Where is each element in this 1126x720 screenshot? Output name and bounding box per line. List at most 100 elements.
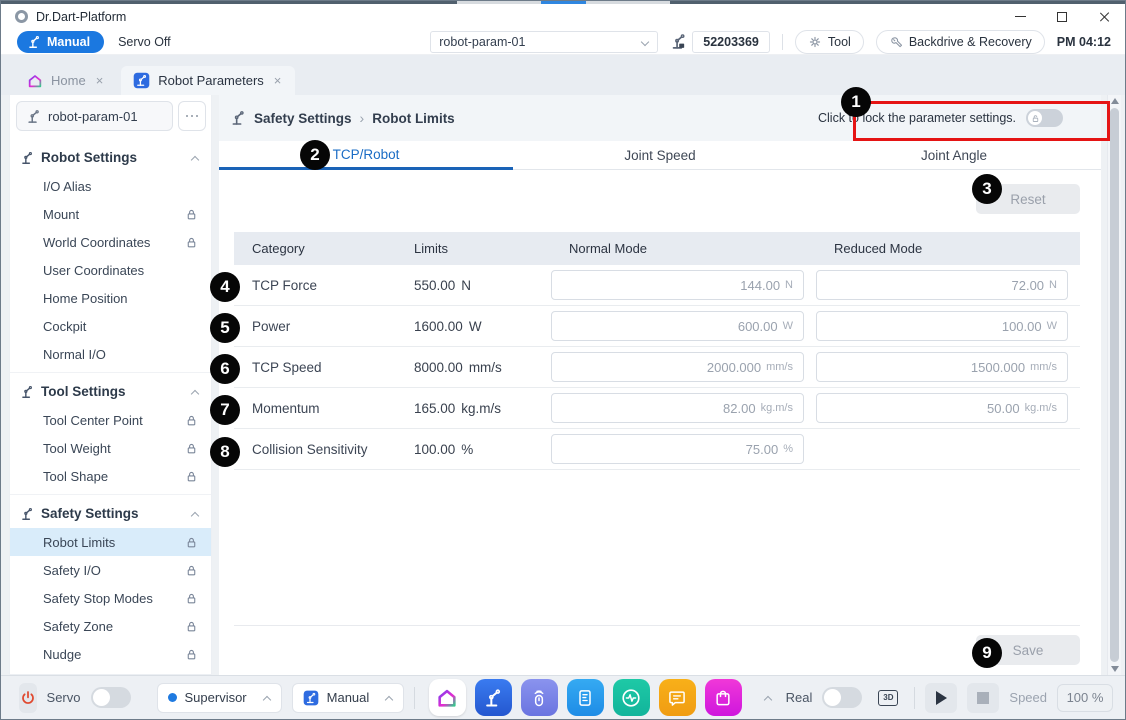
annotation-badge-9: 9 — [972, 638, 1002, 668]
clock: PM 04:12 — [1057, 35, 1111, 49]
sidebar-item-io-alias[interactable]: I/O Alias — [10, 172, 211, 200]
tab-home[interactable]: Home × — [15, 66, 117, 95]
sidebar-item-robot-limits[interactable]: Robot Limits — [10, 528, 211, 556]
lock-icon — [185, 442, 198, 455]
param-name-field[interactable]: robot-param-01 — [16, 101, 173, 131]
reduced-mode-input[interactable]: 100.00W — [816, 311, 1068, 341]
sidebar-item-tool-center-point[interactable]: Tool Center Point — [10, 406, 211, 434]
input-value: 75.00 — [746, 442, 779, 457]
param-name-value: robot-param-01 — [48, 109, 138, 124]
tab-tcp-robot[interactable]: TCP/Robot — [219, 141, 513, 170]
lock-icon — [185, 564, 198, 577]
scrollbar-thumb[interactable] — [1110, 108, 1119, 662]
lock-icon — [185, 208, 198, 221]
close-button[interactable] — [1083, 4, 1125, 29]
sidebar-item-world-coordinates[interactable]: World Coordinates — [10, 228, 211, 256]
dock-app-teach-remote-icon[interactable] — [521, 679, 558, 716]
chevron-up-icon — [263, 694, 271, 702]
normal-mode-input[interactable]: 144.00N — [551, 270, 804, 300]
section-safety-settings[interactable]: Safety Settings — [10, 499, 211, 528]
servo-state-label: Servo Off — [118, 35, 171, 49]
vertical-scrollbar[interactable] — [1107, 95, 1121, 675]
power-button[interactable] — [19, 683, 37, 713]
param-select[interactable]: robot-param-01 — [430, 31, 658, 53]
sidebar-item-nudge[interactable]: Nudge — [10, 640, 211, 668]
tab-home-close-icon[interactable]: × — [94, 73, 106, 88]
sidebar-item-tool-weight[interactable]: Tool Weight — [10, 434, 211, 462]
stop-button[interactable] — [967, 683, 999, 713]
dock-app-dart-home-icon[interactable] — [429, 679, 466, 716]
backdrive-recovery-button[interactable]: Backdrive & Recovery — [876, 30, 1045, 54]
table-row-momentum: Momentum 165.00kg.m/s 82.00kg.m/s 50.00k… — [234, 388, 1080, 429]
normal-mode-input[interactable]: 600.00W — [551, 311, 804, 341]
mode-select[interactable]: Manual — [292, 683, 405, 713]
limit-value: 8000.00 — [414, 360, 463, 375]
tool-button[interactable]: Tool — [795, 30, 864, 54]
sidebar-item-safety-stop-modes[interactable]: Safety Stop Modes — [10, 584, 211, 612]
input-unit: kg.m/s — [761, 402, 793, 414]
breadcrumb-section[interactable]: Safety Settings — [254, 111, 352, 126]
input-unit: kg.m/s — [1025, 402, 1057, 414]
manual-mode-badge[interactable]: Manual — [17, 31, 104, 53]
sidebar-item-cockpit[interactable]: Cockpit — [10, 312, 211, 340]
play-button[interactable] — [925, 683, 957, 713]
scroll-up-icon[interactable] — [1111, 98, 1119, 104]
lock-icon — [185, 592, 198, 605]
robot-arm-icon — [20, 385, 34, 399]
dock-collapse-icon[interactable] — [764, 694, 768, 702]
input-unit: mm/s — [1030, 361, 1057, 373]
parameter-tabs: TCP/Robot Joint Speed Joint Angle — [219, 141, 1101, 170]
viewer-3d-button[interactable]: 3D — [872, 683, 904, 713]
reduced-mode-input[interactable]: 1500.000 mm/s — [816, 352, 1068, 382]
sidebar-item-home-position[interactable]: Home Position — [10, 284, 211, 312]
divider — [782, 34, 783, 50]
tab-joint-speed[interactable]: Joint Speed — [513, 141, 807, 170]
sidebar-item-mount[interactable]: Mount — [10, 200, 211, 228]
limit-unit: N — [461, 278, 471, 293]
sidebar-item-user-coordinates[interactable]: User Coordinates — [10, 256, 211, 284]
real-sim-toggle[interactable] — [822, 687, 862, 708]
dock-app-monitoring-icon[interactable] — [613, 679, 650, 716]
tab-robot-parameters-close-icon[interactable]: × — [272, 73, 284, 88]
normal-mode-input[interactable]: 82.00kg.m/s — [551, 393, 804, 423]
normal-mode-input[interactable]: 2000.000mm/s — [551, 352, 804, 382]
chevron-up-icon — [385, 694, 393, 702]
tab-robot-parameters-label: Robot Parameters — [158, 73, 264, 88]
sidebar-item-tool-shape[interactable]: Tool Shape — [10, 462, 211, 490]
robot-serial-chip[interactable]: 52203369 — [692, 31, 770, 53]
servo-toggle[interactable] — [91, 687, 131, 708]
tool-button-label: Tool — [828, 35, 851, 49]
more-options-button[interactable] — [178, 101, 206, 131]
input-value: 100.00 — [1002, 319, 1042, 334]
stop-icon — [977, 692, 989, 704]
reduced-mode-input[interactable]: 72.00N — [816, 270, 1068, 300]
dock-app-task-writer-icon[interactable] — [567, 679, 604, 716]
item-label: Nudge — [43, 647, 81, 662]
scroll-down-icon[interactable] — [1111, 666, 1119, 672]
robot-arm-icon — [27, 35, 41, 49]
tab-robot-parameters[interactable]: Robot Parameters × — [121, 66, 295, 95]
row-category: Power — [234, 319, 396, 334]
tab-joint-angle[interactable]: Joint Angle — [807, 141, 1101, 170]
divider — [234, 625, 1080, 626]
sidebar-item-safety-zone[interactable]: Safety Zone — [10, 612, 211, 640]
sidebar-item-safety-io[interactable]: Safety I/O — [10, 556, 211, 584]
table-row-collision-sensitivity: Collision Sensitivity 100.00% 75.00% — [234, 429, 1080, 470]
minimize-button[interactable] — [999, 4, 1041, 29]
item-label: Tool Weight — [43, 441, 111, 456]
speed-value-box[interactable]: 100 % — [1057, 684, 1113, 712]
section-robot-settings[interactable]: Robot Settings — [10, 143, 211, 172]
dock-app-message-log-icon[interactable] — [659, 679, 696, 716]
role-select[interactable]: Supervisor — [157, 683, 282, 713]
annotation-highlight-box — [853, 101, 1110, 141]
input-value: 1500.000 — [971, 360, 1025, 375]
dock-app-store-icon[interactable] — [705, 679, 742, 716]
section-tool-settings[interactable]: Tool Settings — [10, 377, 211, 406]
section-title: Robot Settings — [41, 150, 137, 165]
maximize-button[interactable] — [1041, 4, 1083, 29]
reduced-mode-input[interactable]: 50.00kg.m/s — [816, 393, 1068, 423]
speed-value: 100 % — [1067, 690, 1104, 705]
dock-app-robot-parameters-icon[interactable] — [475, 679, 512, 716]
sidebar-item-normal-io[interactable]: Normal I/O — [10, 340, 211, 368]
normal-mode-input[interactable]: 75.00% — [551, 434, 804, 464]
